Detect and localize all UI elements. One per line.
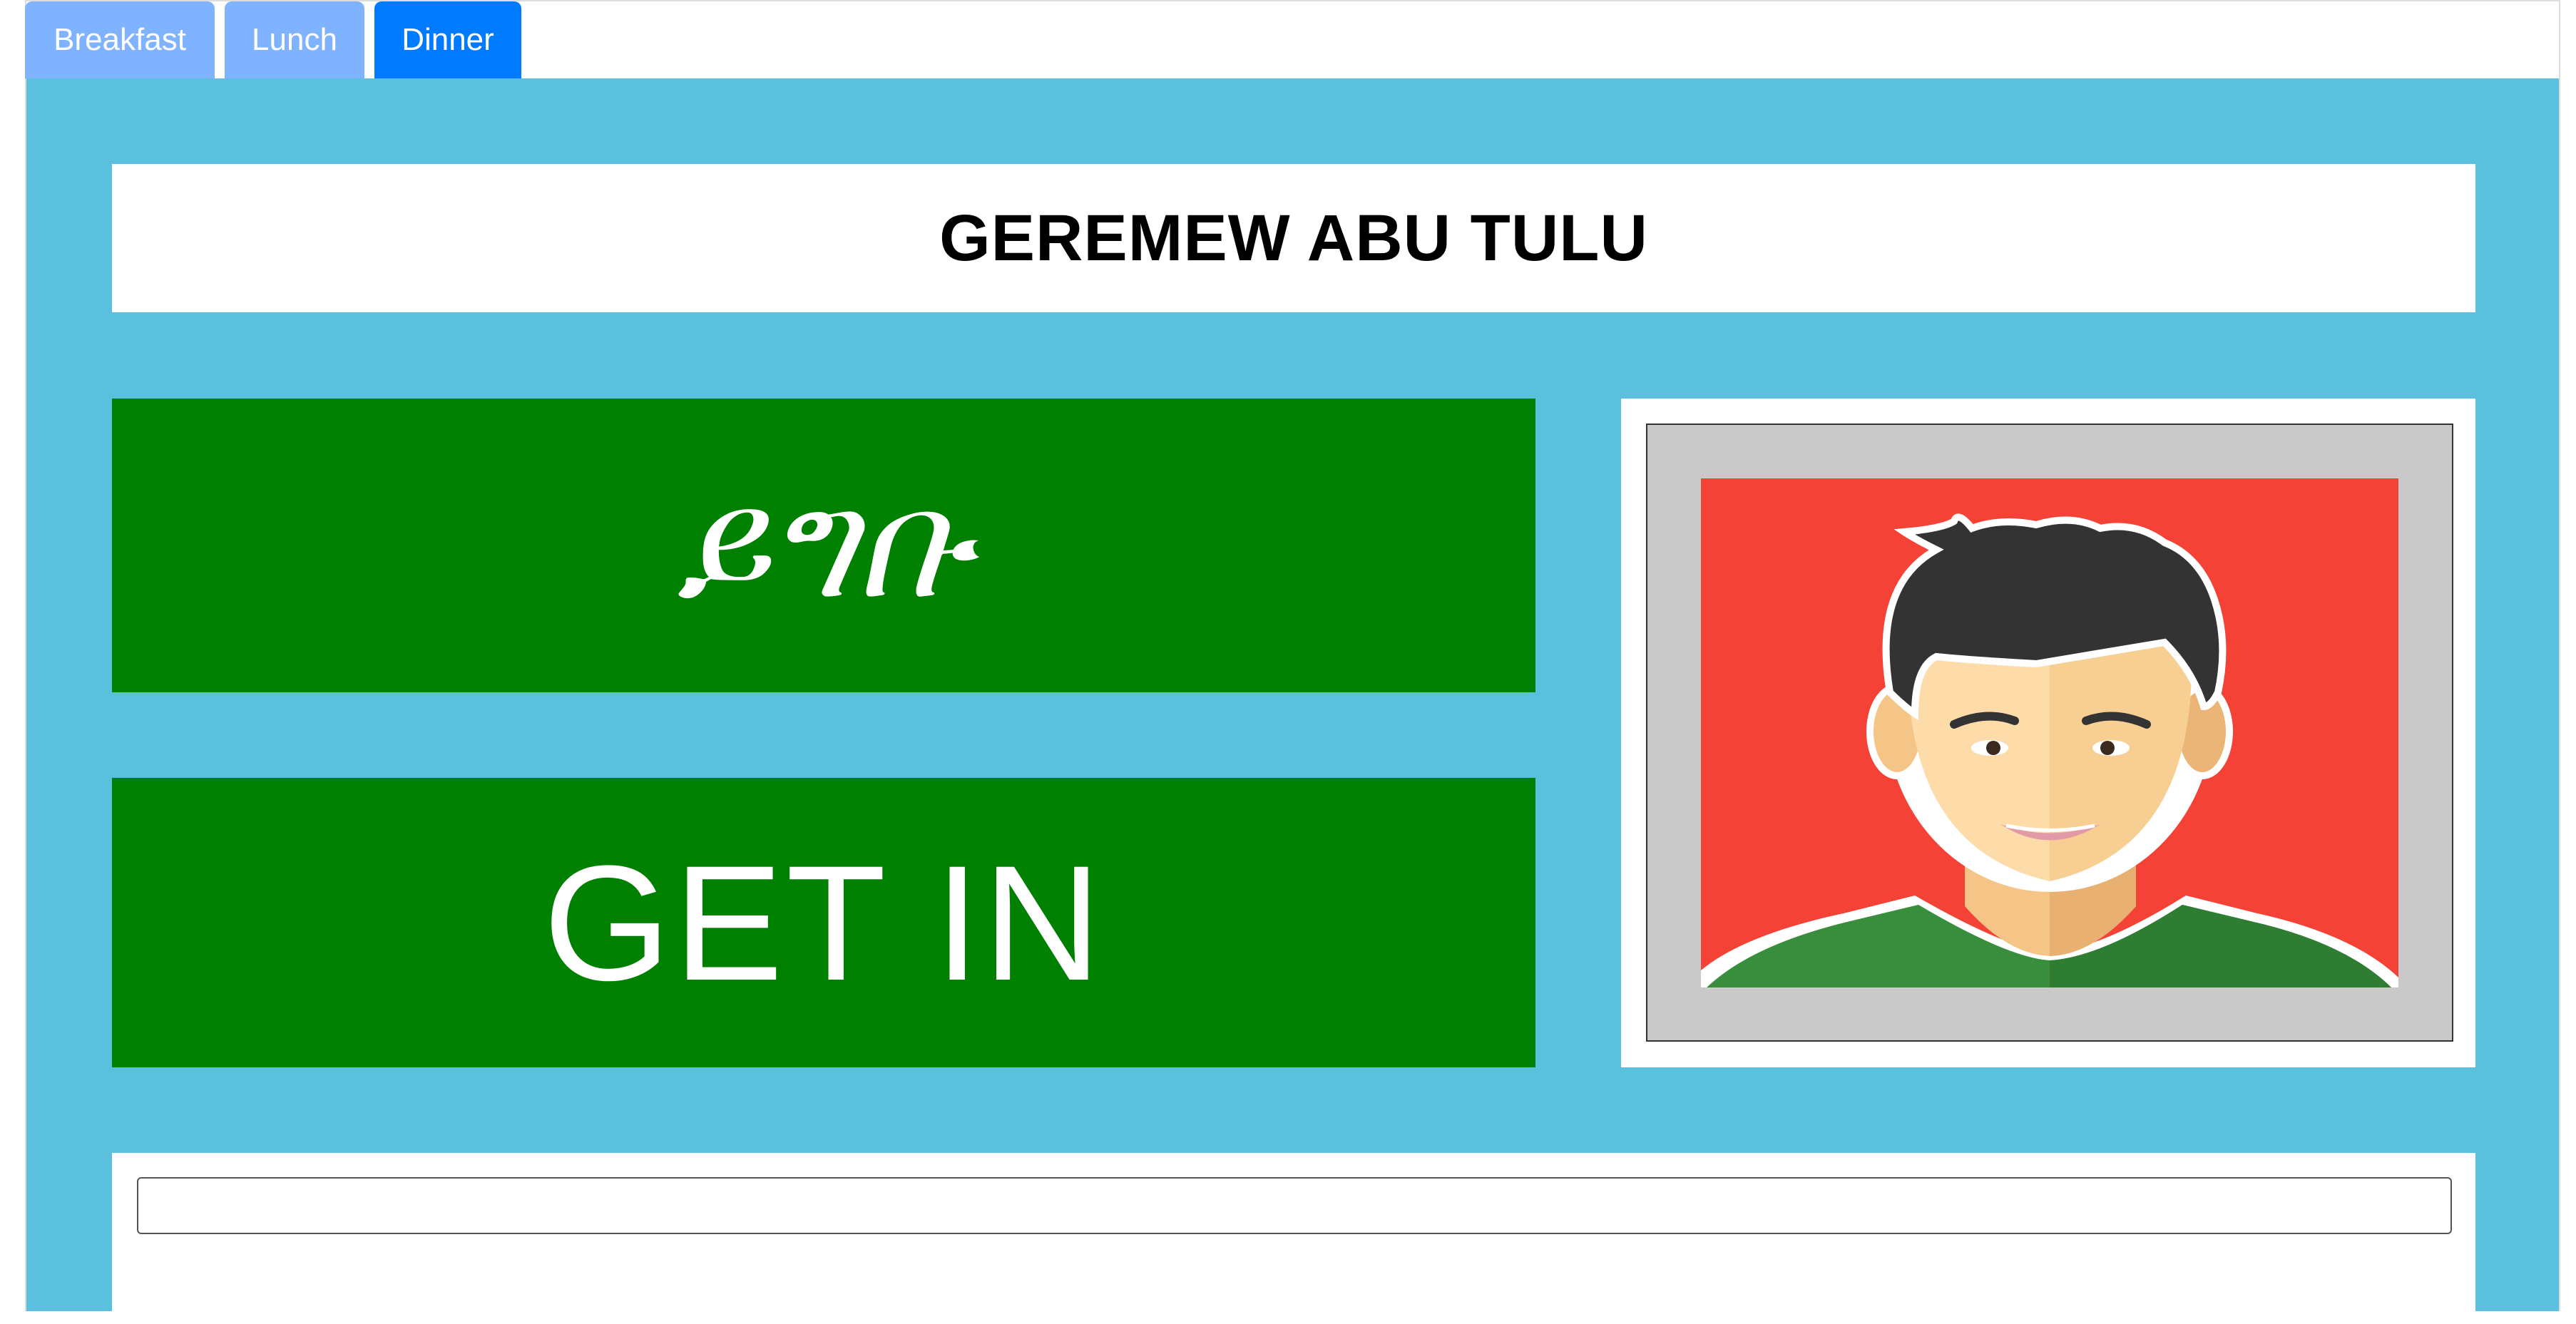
name-card: GEREMEW ABU TULU — [112, 164, 2475, 312]
photo-card — [1621, 399, 2475, 1067]
get-in-label: GET IN — [543, 831, 1105, 1015]
avatar-photo — [1701, 478, 2398, 987]
tab-breakfast[interactable]: Breakfast — [25, 1, 215, 78]
get-in-button[interactable]: GET IN — [112, 778, 1535, 1067]
tab-lunch[interactable]: Lunch — [225, 1, 364, 78]
tab-dinner[interactable]: Dinner — [374, 1, 521, 78]
get-in-amharic-button[interactable]: ይግቡ — [112, 399, 1535, 692]
photo-frame — [1646, 424, 2453, 1042]
scan-card — [112, 1153, 2475, 1324]
person-name: GEREMEW ABU TULU — [939, 201, 1648, 274]
get-in-amharic-label: ይግቡ — [676, 457, 971, 632]
main-panel: GEREMEW ABU TULU ይግቡ GET IN — [26, 78, 2559, 1324]
meal-tabs: Breakfast Lunch Dinner — [25, 1, 521, 78]
id-scan-input[interactable] — [137, 1177, 2452, 1234]
